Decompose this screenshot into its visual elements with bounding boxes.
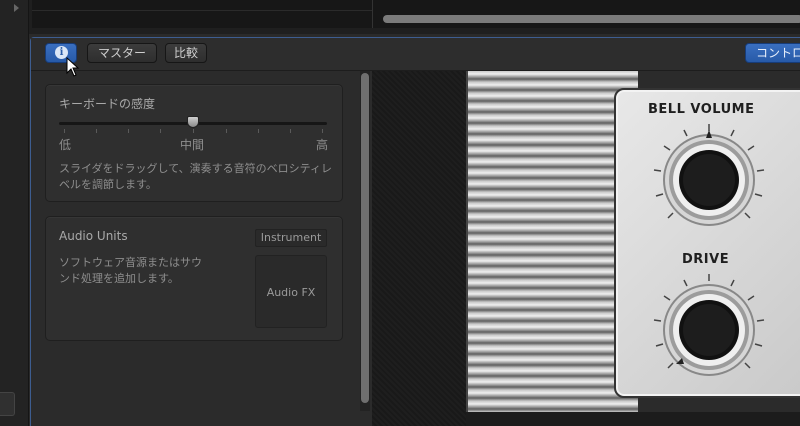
drive-knob[interactable] (644, 268, 774, 394)
controls-button[interactable]: コントロ (745, 43, 800, 63)
left-sidebar-strip (0, 0, 29, 426)
keyboard-sensitivity-description: スライダをドラッグして、演奏する音符のベロシティレベルを調節します。 (59, 162, 333, 191)
slider-tick (290, 129, 291, 133)
audio-units-title: Audio Units (59, 229, 128, 243)
disclosure-arrow-icon[interactable] (14, 4, 19, 12)
slider-low-label: 低 (59, 138, 72, 152)
instrument-texture (372, 71, 468, 426)
slider-tick (193, 129, 194, 133)
instrument-slot[interactable]: Instrument (255, 229, 327, 247)
track-column-divider (372, 0, 373, 28)
audio-units-description: ソフトウェア音源またはサウンド処理を追加します。 (59, 256, 202, 285)
slider-mid-label: 中間 (180, 138, 205, 152)
master-button[interactable]: マスター (87, 43, 157, 63)
mouse-cursor-icon (66, 57, 80, 77)
bell-volume-label: BELL VOLUME (648, 102, 755, 117)
slider-tick (160, 129, 161, 133)
instrument-base (466, 412, 800, 426)
slider-tick (64, 129, 65, 133)
panel-toolbar: i マスター 比較 コントロ (31, 38, 800, 71)
inspector-scrollbar-thumb[interactable] (361, 73, 369, 403)
slider-tick (258, 129, 259, 133)
slider-tick (128, 129, 129, 133)
slider-tick (322, 129, 323, 133)
slider-tick (96, 129, 97, 133)
horizontal-scrollbar[interactable] (383, 15, 800, 23)
keyboard-sensitivity-title: キーボードの感度 (59, 97, 156, 111)
track-divider (32, 10, 372, 11)
drive-label: DRIVE (682, 252, 730, 267)
speaker-grille (466, 71, 638, 426)
compare-button[interactable]: 比較 (165, 43, 207, 63)
bell-volume-knob[interactable] (644, 118, 774, 244)
audio-fx-slot[interactable]: Audio FX (255, 255, 327, 328)
track-area[interactable] (32, 0, 800, 28)
slider-high-label: 高 (316, 138, 329, 152)
slider-tick (226, 129, 227, 133)
sensitivity-slider-thumb[interactable] (187, 116, 199, 128)
left-edge-button[interactable] (0, 392, 15, 416)
